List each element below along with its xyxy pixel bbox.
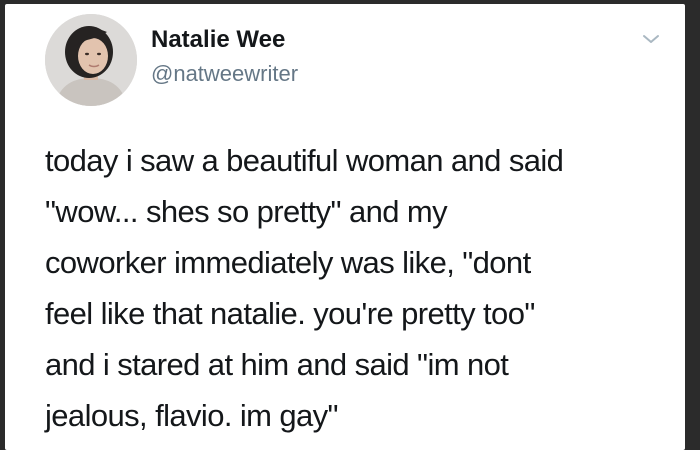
author-display-name[interactable]: Natalie Wee bbox=[151, 26, 285, 54]
tweet-text-line: today i saw a beautiful woman and said bbox=[45, 143, 564, 178]
tweet-text-line: jealous, flavio. im gay" bbox=[45, 398, 339, 433]
tweet-menu-button[interactable] bbox=[641, 32, 661, 46]
tweet-text-line: coworker immediately was like, "dont bbox=[45, 245, 531, 280]
tweet-text-line: "wow... shes so pretty" and my bbox=[45, 194, 448, 229]
chevron-down-icon bbox=[643, 35, 659, 43]
profile-photo-icon bbox=[45, 14, 137, 106]
tweet-text-line: feel like that natalie. you're pretty to… bbox=[45, 296, 535, 331]
tweet-card: Natalie Wee @natweewriter today i saw a … bbox=[5, 4, 685, 450]
tweet-text-line: and i stared at him and said "im not bbox=[45, 347, 509, 382]
screenshot-frame: Natalie Wee @natweewriter today i saw a … bbox=[0, 0, 700, 450]
avatar[interactable] bbox=[45, 14, 137, 106]
tweet-text: today i saw a beautiful woman and said "… bbox=[45, 135, 675, 441]
author-handle[interactable]: @natweewriter bbox=[151, 61, 298, 87]
